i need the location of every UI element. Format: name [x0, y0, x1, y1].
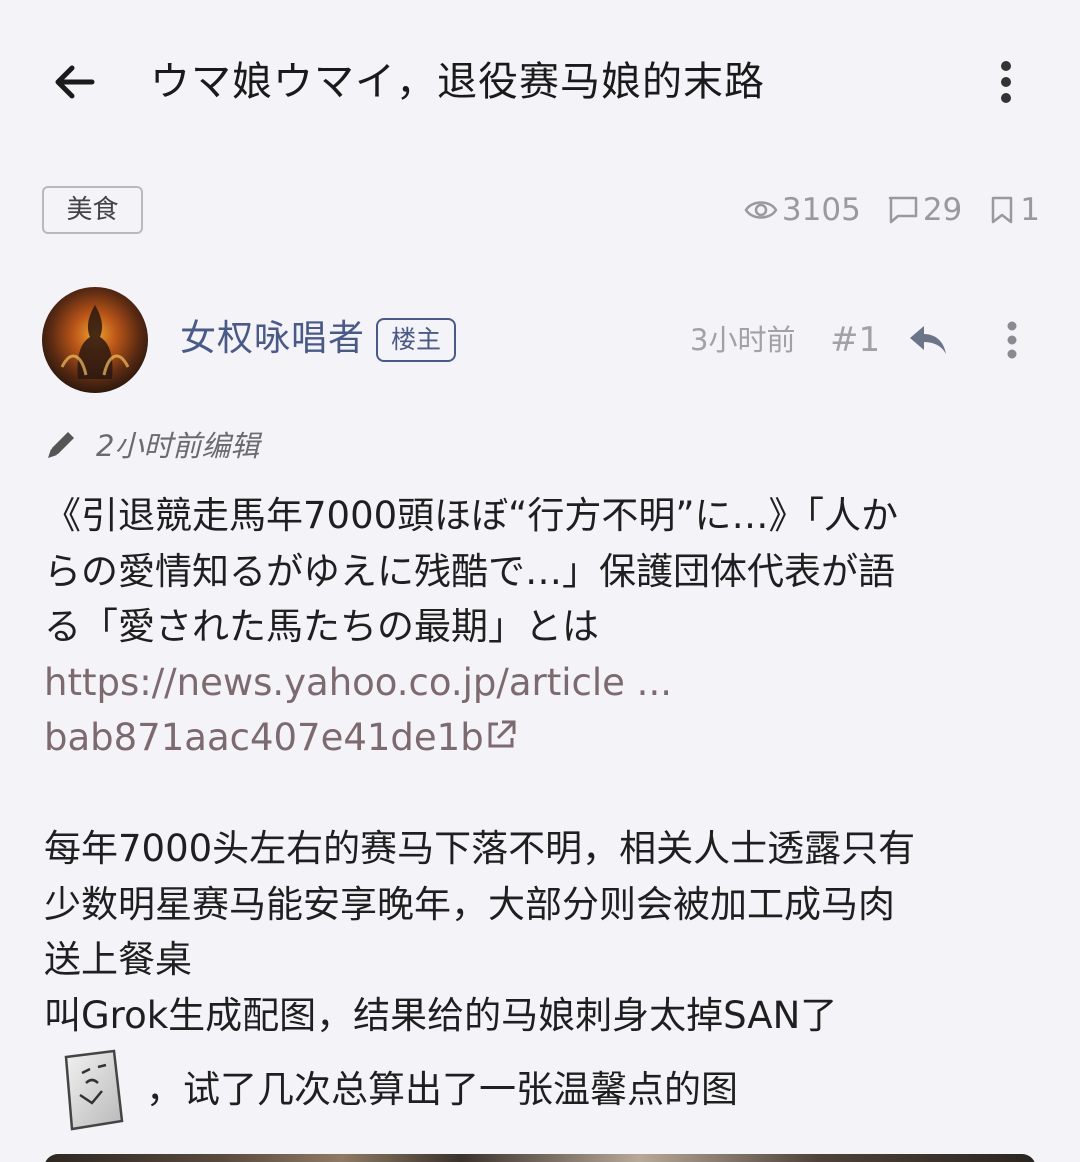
body-line: ，试了几次总算出了一张温馨点的图 — [146, 1068, 738, 1112]
bookmark-count: 1 — [988, 192, 1040, 228]
body-line: 少数明星赛马能安享晚年，大部分则会被加工成马肉 — [44, 882, 895, 926]
back-button[interactable] — [44, 52, 104, 112]
comment-count: 29 — [887, 192, 962, 228]
reply-icon — [910, 326, 946, 354]
external-link-icon — [488, 720, 516, 748]
more-vert-icon — [1007, 321, 1017, 359]
page-title: ウマ娘ウマイ，退役赛马娘的末路 — [150, 59, 765, 105]
quote-line: る「愛された馬たちの最期」とは — [44, 605, 599, 648]
reply-button[interactable] — [902, 316, 954, 364]
bookmark-count-value: 1 — [1020, 192, 1040, 228]
post-body: 《引退競走馬年7000頭ほぼ“行方不明”に…》「人か らの愛情知るがゆえに残酷で… — [44, 488, 1044, 1135]
link-text-line2: bab871aac407e41de1b — [44, 716, 484, 759]
post-time: 3小时前 — [690, 323, 796, 357]
sticker-line: ，试了几次总算出了一张温馨点的图 — [44, 1045, 1044, 1135]
article-link[interactable]: https://news.yahoo.co.jp/article ... bab… — [44, 655, 1044, 766]
avatar[interactable] — [42, 287, 148, 393]
sticker-icon — [64, 1049, 124, 1131]
edit-time: 2小时前编辑 — [96, 429, 260, 463]
top-app-bar: ウマ娘ウマイ，退役赛马娘的末路 — [0, 0, 1080, 160]
comment-count-value: 29 — [922, 192, 963, 228]
eye-icon — [744, 201, 778, 219]
post-more-button[interactable] — [990, 316, 1034, 364]
pencil-icon — [48, 432, 74, 458]
view-count: 3105 — [744, 192, 861, 228]
op-badge: 楼主 — [376, 318, 456, 362]
edit-indicator: 2小时前编辑 — [44, 422, 259, 466]
more-options-button[interactable] — [984, 52, 1028, 112]
quote-line: らの愛情知るがゆえに残酷で…」保護団体代表が語 — [44, 549, 895, 593]
bookmark-icon — [992, 196, 1013, 224]
body-line: 每年7000头左右的赛马下落不明，相关人士透露只有 — [44, 827, 916, 870]
body-line: 送上餐桌 — [44, 938, 192, 981]
link-text-line1: https://news.yahoo.co.jp/article ... — [44, 660, 672, 704]
category-tag[interactable]: 美食 — [42, 186, 143, 234]
arrow-left-icon — [55, 65, 95, 99]
author-name[interactable]: 女权咏唱者 — [180, 314, 365, 364]
thread-stats: 3105 29 1 — [718, 188, 1040, 232]
more-vert-icon — [1001, 61, 1011, 103]
post-image[interactable] — [44, 1154, 1036, 1162]
floor-number: #1 — [830, 320, 881, 360]
quote-line: 《引退競走馬年7000頭ほぼ“行方不明”に…》「人か — [44, 494, 898, 537]
body-line: 叫Grok生成配图，结果给的马娘刺身太掉SAN了 — [44, 993, 838, 1037]
comment-icon — [888, 196, 918, 224]
view-count-value: 3105 — [781, 192, 861, 228]
